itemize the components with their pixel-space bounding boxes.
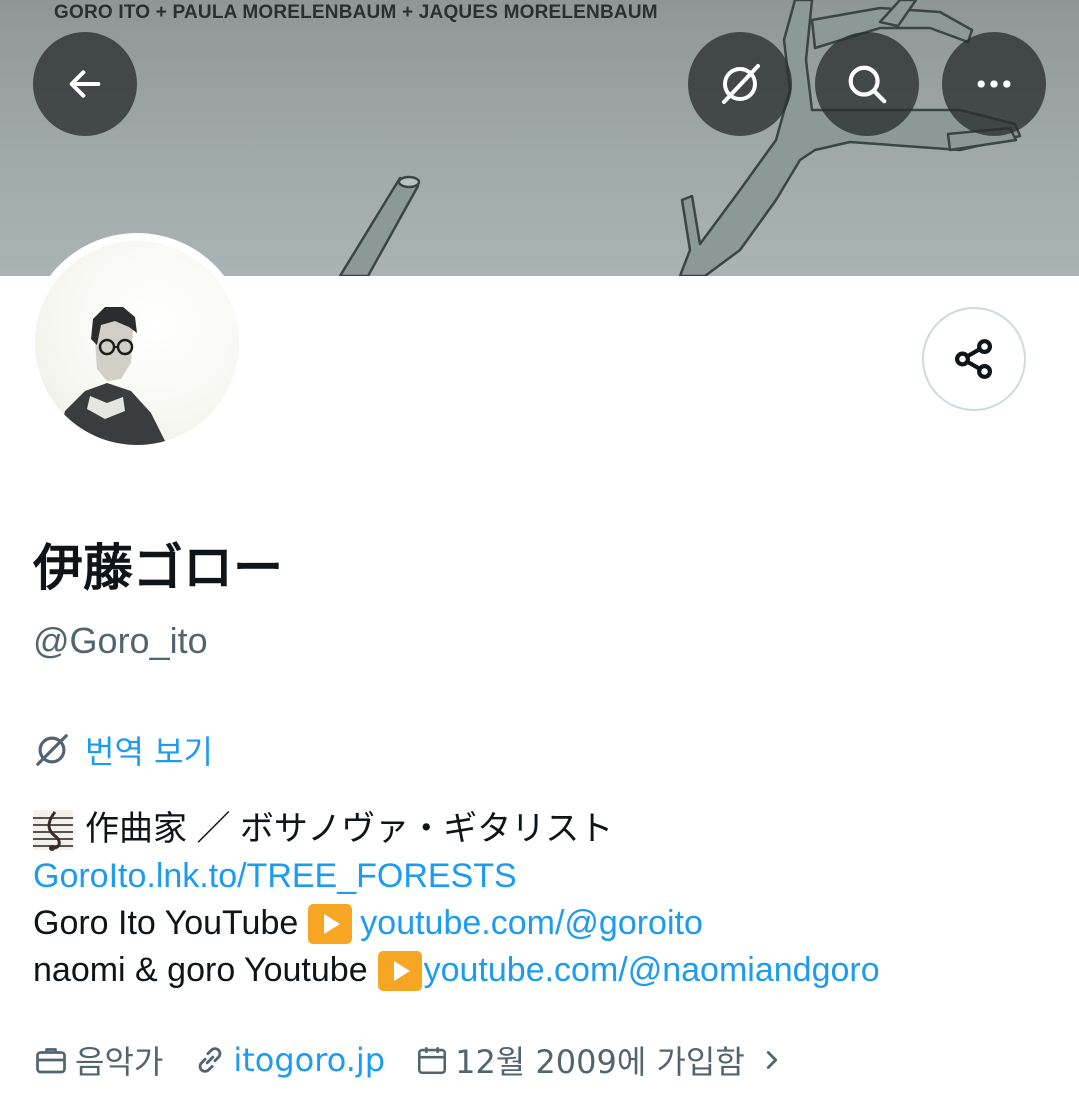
arrow-left-icon bbox=[69, 70, 101, 98]
profile-bio: 作曲家 ／ ボサノヴァ・ギタリスト GoroIto.lnk.to/TREE_FO… bbox=[33, 806, 880, 994]
avatar-photo bbox=[35, 241, 239, 445]
back-button[interactable] bbox=[33, 32, 137, 136]
chevron-right-icon bbox=[766, 1051, 777, 1069]
bio-naomi-goro-link[interactable]: youtube.com/@naomiandgoro bbox=[424, 947, 880, 994]
avatar[interactable] bbox=[27, 233, 247, 453]
display-name: 伊藤ゴロー bbox=[33, 539, 283, 597]
musical-score-icon bbox=[33, 809, 73, 851]
bio-line-album-link: GoroIto.lnk.to/TREE_FORESTS bbox=[33, 853, 880, 900]
meta-category-text: 음악가 bbox=[75, 1043, 164, 1081]
meta-website-link[interactable]: itogoro.jp bbox=[233, 1041, 385, 1079]
bio-line-youtube: Goro Ito YouTube youtube.com/@goroito bbox=[33, 900, 880, 947]
bio-album-link[interactable]: GoroIto.lnk.to/TREE_FORESTS bbox=[33, 853, 517, 900]
more-horizontal-icon bbox=[977, 80, 1011, 88]
search-icon bbox=[848, 65, 887, 104]
translate-label: 번역 보기 bbox=[85, 733, 213, 771]
banner-tree-illustration bbox=[338, 0, 1022, 276]
profile-banner[interactable]: GORO ITO + PAULA MORELENBAUM + JAQUES MO… bbox=[0, 0, 1079, 276]
profile-meta: 음악가 itogoro.jp 12월 2009에 가입함 bbox=[33, 1037, 787, 1083]
bio-occupation-text: 作曲家 ／ ボサノヴァ・ギタリスト bbox=[85, 810, 614, 848]
bio-line-naomi-goro: naomi & goro Youtube youtube.com/@naomia… bbox=[33, 947, 880, 994]
meta-joined[interactable]: 12월 2009에 가입함 bbox=[415, 1037, 787, 1083]
share-icon bbox=[955, 339, 993, 379]
calendar-icon bbox=[418, 1047, 447, 1075]
no-translate-icon bbox=[36, 734, 68, 766]
translate-bio-link[interactable]: 번역 보기 bbox=[33, 727, 213, 773]
link-icon bbox=[198, 1047, 222, 1073]
play-button-icon bbox=[308, 903, 353, 944]
bio-youtube-label: Goro Ito YouTube bbox=[33, 904, 299, 942]
no-translate-icon bbox=[722, 64, 760, 104]
meta-joined-text: 12월 2009에 가입함 bbox=[455, 1043, 745, 1081]
bio-naomi-goro-label: naomi & goro Youtube bbox=[33, 951, 368, 989]
play-button-icon bbox=[377, 950, 422, 991]
translate-toggle-button[interactable] bbox=[688, 32, 792, 136]
briefcase-icon bbox=[36, 1048, 66, 1074]
avatar-portrait-illustration bbox=[57, 307, 167, 445]
user-handle: @Goro_ito bbox=[33, 620, 208, 661]
share-button[interactable] bbox=[922, 307, 1026, 411]
meta-category: 음악가 bbox=[33, 1037, 163, 1083]
more-options-button[interactable] bbox=[942, 32, 1046, 136]
search-button[interactable] bbox=[815, 32, 919, 136]
bio-line-occupation: 作曲家 ／ ボサノヴァ・ギタリスト bbox=[33, 806, 880, 853]
bio-youtube-link[interactable]: youtube.com/@goroito bbox=[360, 900, 703, 947]
meta-website[interactable]: itogoro.jp bbox=[193, 1041, 385, 1079]
